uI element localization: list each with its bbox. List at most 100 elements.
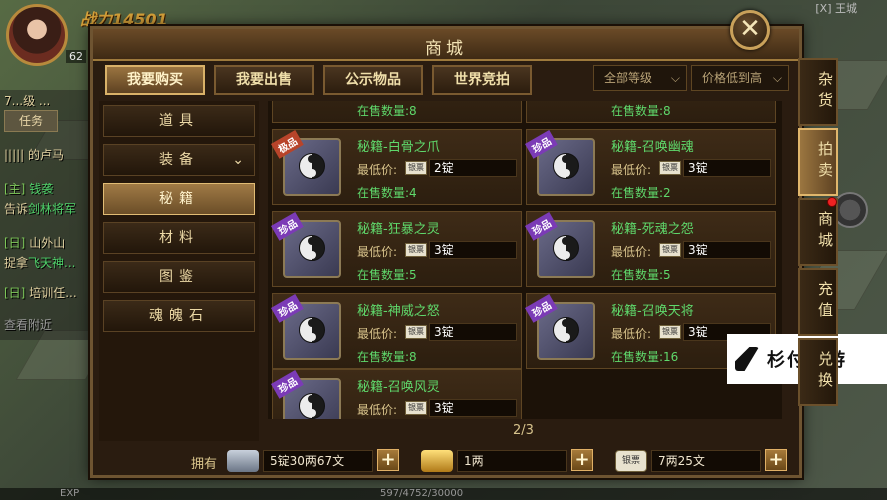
silver-balance: 5锭30两67文 bbox=[263, 450, 373, 472]
item-card[interactable]: 珍品 秘籍-神威之怒 最低价: 银票 3锭 在售数量:8 bbox=[271, 293, 522, 369]
price-label: 最低价: bbox=[357, 327, 398, 341]
tab-buy[interactable]: 我要购买 bbox=[105, 65, 205, 95]
price-label: 最低价: bbox=[357, 403, 398, 417]
yin-yang-icon bbox=[553, 317, 579, 343]
side-tab-mall[interactable]: 商城 bbox=[798, 198, 838, 266]
side-tab-exchange[interactable]: 兑换 bbox=[798, 338, 838, 406]
chat-line: 捉拿飞天神... bbox=[4, 256, 76, 270]
add-silver-button[interactable]: + bbox=[377, 449, 399, 471]
currency-bar: 拥有 5锭30两67文 + 1两 + 银票 7两25文 + bbox=[99, 445, 795, 475]
add-gold-button[interactable]: + bbox=[571, 449, 593, 471]
side-tab-general-goods[interactable]: 杂货 bbox=[798, 58, 838, 126]
item-stock: 在售数量:4 bbox=[357, 186, 417, 200]
map-name: [X] 王城 bbox=[815, 2, 857, 15]
yin-yang-icon bbox=[299, 153, 325, 179]
category-soul-stone[interactable]: 魂魄石 bbox=[103, 300, 255, 332]
tab-sell[interactable]: 我要出售 bbox=[214, 65, 314, 95]
watermark-logo bbox=[735, 347, 759, 371]
banknote-icon: 银票 bbox=[659, 243, 681, 257]
side-tab-auction[interactable]: 拍卖 bbox=[798, 128, 838, 196]
yin-yang-icon bbox=[299, 235, 325, 261]
item-card[interactable]: 珍品 秘籍-召唤风灵 最低价: 银票 3锭 bbox=[271, 369, 522, 419]
notification-dot bbox=[827, 197, 837, 207]
exp-label: EXP bbox=[60, 488, 80, 499]
item-stock: 在售数量:5 bbox=[611, 268, 671, 282]
item-price: 3锭 bbox=[429, 241, 517, 259]
page-indicator: 2/3 bbox=[513, 423, 534, 438]
shop-window: 商城 我要购买 我要出售 公示物品 世界竞拍 全部等级 ⌵ 价格低到高 ⌵ 道具… bbox=[90, 26, 802, 478]
tab-public-items[interactable]: 公示物品 bbox=[323, 65, 423, 95]
gold-ingot-icon bbox=[421, 450, 453, 472]
silver-ingot-icon bbox=[227, 450, 259, 472]
category-codex[interactable]: 图鉴 bbox=[103, 261, 255, 293]
item-grid[interactable]: 在售数量:8 在售数量:8 极品 秘籍-白骨之爪 最低价: 银票 2锭 在售数量… bbox=[268, 101, 782, 419]
category-panel: 道具 装备 ⌄ 秘籍 材料 图鉴 魂魄石 bbox=[99, 101, 259, 441]
banknote-icon: 银票 bbox=[405, 325, 427, 339]
exp-readout: 597/4752/30000 bbox=[380, 488, 464, 499]
category-equipment[interactable]: 装备 ⌄ bbox=[103, 144, 255, 176]
chat-line: [日] 山外山 bbox=[4, 236, 66, 250]
price-label: 最低价: bbox=[357, 163, 398, 177]
task-tab[interactable]: 任务 bbox=[4, 110, 58, 132]
item-name: 秘籍-白骨之爪 bbox=[357, 140, 440, 155]
close-icon: ✕ bbox=[739, 14, 761, 44]
banknote-icon: 银票 bbox=[405, 161, 427, 175]
item-card[interactable]: 珍品 秘籍-召唤幽魂 最低价: 银票 3锭 在售数量:2 bbox=[525, 129, 776, 205]
item-stock: 在售数量:5 bbox=[357, 268, 417, 282]
item-name: 秘籍-狂暴之灵 bbox=[357, 222, 440, 237]
sort-dropdown[interactable]: 价格低到高 ⌵ bbox=[691, 65, 789, 91]
category-props[interactable]: 道具 bbox=[103, 105, 255, 137]
chat-line: 7...级 ... bbox=[4, 94, 51, 108]
yin-yang-icon bbox=[553, 235, 579, 261]
item-name: 秘籍-神威之怒 bbox=[357, 304, 440, 319]
level-filter-value: 全部等级 bbox=[604, 71, 653, 85]
player-avatar[interactable] bbox=[6, 4, 68, 66]
banknote-balance: 7两25文 bbox=[651, 450, 761, 472]
chevron-down-icon: ⌄ bbox=[232, 152, 244, 168]
item-card[interactable]: 在售数量:8 bbox=[526, 101, 776, 123]
item-name: 秘籍-死魂之怨 bbox=[611, 222, 694, 237]
item-card[interactable]: 极品 秘籍-白骨之爪 最低价: 银票 2锭 在售数量:4 bbox=[271, 129, 522, 205]
level-filter-dropdown[interactable]: 全部等级 ⌵ bbox=[593, 65, 687, 91]
banknote-icon: 银票 bbox=[659, 325, 681, 339]
item-card[interactable]: 珍品 秘籍-狂暴之灵 最低价: 银票 3锭 在售数量:5 bbox=[271, 211, 522, 287]
player-level: 62 bbox=[66, 50, 86, 63]
item-card[interactable]: 珍品 秘籍-死魂之怨 最低价: 银票 3锭 在售数量:5 bbox=[525, 211, 776, 287]
owned-label: 拥有 bbox=[191, 457, 218, 472]
item-name: 秘籍-召唤天将 bbox=[611, 304, 694, 319]
item-stock: 在售数量:2 bbox=[611, 186, 671, 200]
gold-balance: 1两 bbox=[457, 450, 567, 472]
chevron-down-icon: ⌵ bbox=[772, 71, 782, 85]
category-materials[interactable]: 材料 bbox=[103, 222, 255, 254]
chat-line[interactable]: 查看附近 bbox=[4, 316, 52, 333]
banknote-icon: 银票 bbox=[405, 243, 427, 257]
category-skill-books[interactable]: 秘籍 bbox=[103, 183, 255, 215]
banknote-icon: 银票 bbox=[659, 161, 681, 175]
chat-line: [主] 钱袭 bbox=[4, 182, 54, 196]
price-label: 最低价: bbox=[357, 245, 398, 259]
item-price: 3锭 bbox=[683, 159, 771, 177]
price-label: 最低价: bbox=[611, 163, 652, 177]
chevron-down-icon: ⌵ bbox=[670, 71, 680, 85]
banknote-icon: 银票 bbox=[615, 450, 647, 472]
shop-titlebar: 商城 bbox=[93, 29, 799, 61]
price-label: 最低价: bbox=[611, 327, 652, 341]
yin-yang-icon bbox=[299, 317, 325, 343]
item-stock: 在售数量:8 bbox=[611, 104, 671, 118]
item-price: 3锭 bbox=[429, 399, 517, 417]
close-button[interactable]: ✕ bbox=[730, 10, 770, 50]
item-card[interactable]: 在售数量:8 bbox=[272, 101, 522, 123]
side-tab-recharge[interactable]: 充值 bbox=[798, 268, 838, 336]
category-label: 装备 bbox=[159, 152, 199, 168]
yin-yang-icon bbox=[299, 393, 325, 419]
sort-value: 价格低到高 bbox=[702, 71, 763, 85]
chat-line: 告诉剑林将军 bbox=[4, 202, 77, 216]
tab-world-auction[interactable]: 世界竞拍 bbox=[432, 65, 532, 95]
chat-line: ||||| 的卢马 bbox=[4, 148, 65, 162]
shop-title: 商城 bbox=[425, 39, 467, 59]
chat-line: [日] 培训任... bbox=[4, 286, 77, 300]
item-name: 秘籍-召唤幽魂 bbox=[611, 140, 694, 155]
add-banknote-button[interactable]: + bbox=[765, 449, 787, 471]
item-price: 2锭 bbox=[429, 159, 517, 177]
item-stock: 在售数量:8 bbox=[357, 350, 417, 364]
